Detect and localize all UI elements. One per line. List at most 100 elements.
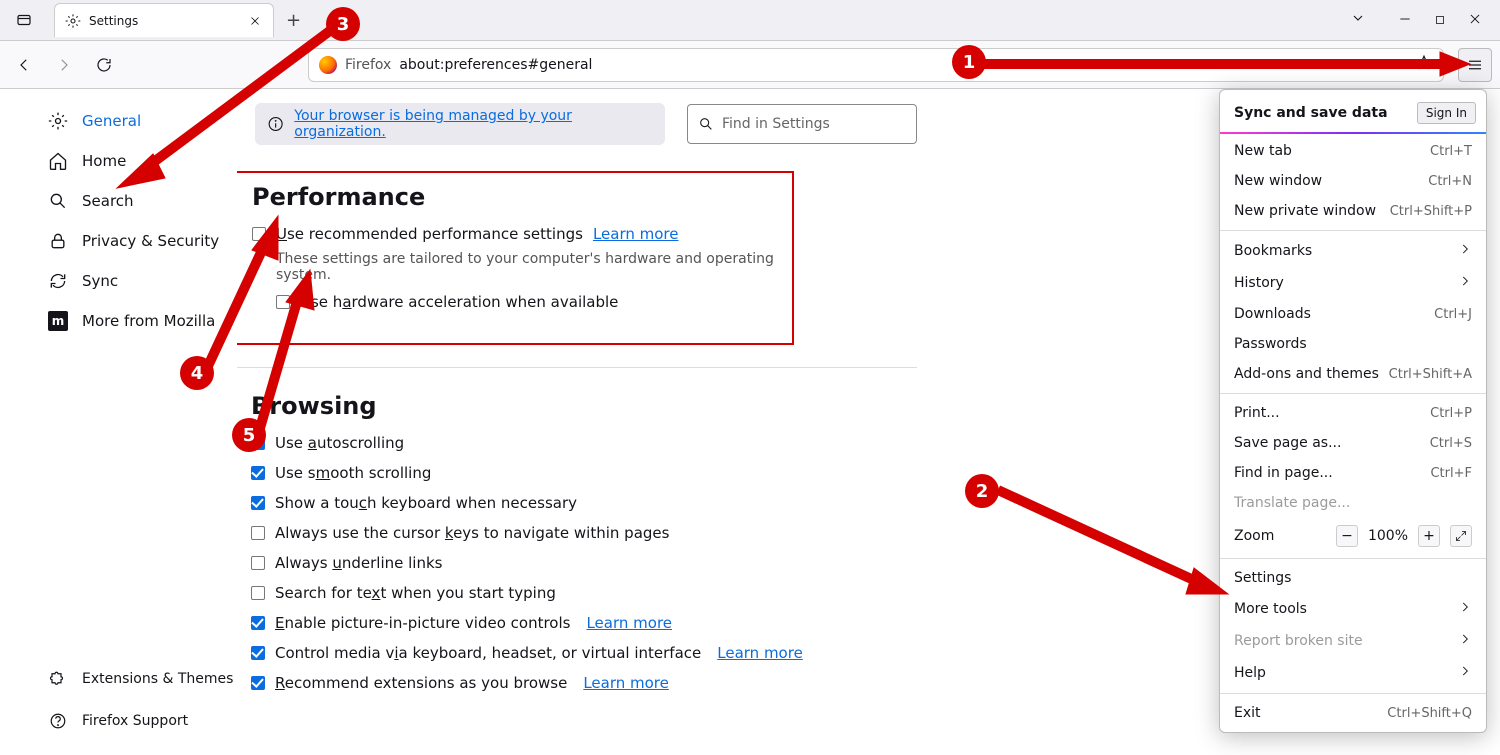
hardware-accel-checkbox[interactable] <box>276 295 290 309</box>
browsing-checkbox[interactable] <box>251 526 265 540</box>
checkbox-label: Use hardware acceleration when available <box>300 293 618 311</box>
url-bar[interactable]: Firefox about:preferences#general <box>308 48 1444 82</box>
performance-section: Performance Use recommended performance … <box>237 171 794 345</box>
menu-item[interactable]: DownloadsCtrl+J <box>1220 299 1486 329</box>
menu-item[interactable]: History <box>1220 267 1486 299</box>
menu-item[interactable]: Bookmarks <box>1220 235 1486 267</box>
tab-bar: Settings + <box>0 0 1500 41</box>
menu-sync-row[interactable]: Sync and save data Sign In <box>1220 94 1486 132</box>
browsing-checkbox[interactable] <box>251 616 265 630</box>
menu-item-shortcut: Ctrl+Shift+A <box>1389 367 1472 382</box>
tab-close-button[interactable] <box>247 13 263 29</box>
menu-item[interactable]: Passwords <box>1220 329 1486 359</box>
sidebar-item-label: General <box>82 112 141 130</box>
window-controls <box>1350 10 1500 30</box>
recent-tabs-button[interactable] <box>8 6 40 34</box>
chevron-right-icon <box>1458 600 1472 618</box>
menu-item-shortcut: Ctrl+N <box>1428 174 1472 189</box>
question-icon <box>48 711 68 731</box>
menu-item-label: Downloads <box>1234 306 1311 322</box>
sidebar-item-home[interactable]: Home <box>48 149 237 173</box>
menu-item-shortcut: Ctrl+Shift+Q <box>1387 706 1472 721</box>
zoom-in-button[interactable]: + <box>1418 525 1440 547</box>
checkbox-label: Enable picture-in-picture video controls <box>275 614 570 632</box>
sidebar-item-label: More from Mozilla <box>82 312 215 330</box>
search-placeholder: Find in Settings <box>722 116 830 132</box>
menu-item[interactable]: Add-ons and themesCtrl+Shift+A <box>1220 359 1486 389</box>
sidebar-item-general[interactable]: General <box>48 109 237 133</box>
browsing-checkbox[interactable] <box>251 496 265 510</box>
menu-item[interactable]: New private window Ctrl+Shift+P <box>1220 196 1486 226</box>
menu-item-label: Help <box>1234 665 1266 681</box>
app-menu-button[interactable] <box>1458 48 1492 82</box>
learn-more-link[interactable]: Learn more <box>586 614 672 632</box>
menu-item[interactable]: Settings <box>1220 563 1486 593</box>
sidebar-item-sync[interactable]: Sync <box>48 269 237 293</box>
browsing-checkbox[interactable] <box>251 556 265 570</box>
new-tab-button[interactable]: + <box>286 10 301 31</box>
browsing-checkbox[interactable] <box>251 676 265 690</box>
menu-item-shortcut: Ctrl+F <box>1430 466 1472 481</box>
learn-more-link[interactable]: Learn more <box>593 225 679 243</box>
managed-org-link[interactable]: Your browser is being managed by your or… <box>294 108 653 140</box>
gear-icon <box>48 111 68 131</box>
browsing-checkbox[interactable] <box>251 646 265 660</box>
sidebar-item-search[interactable]: Search <box>48 189 237 213</box>
learn-more-link[interactable]: Learn more <box>583 674 669 692</box>
menu-item-label: Print... <box>1234 405 1280 421</box>
puzzle-icon <box>48 669 68 689</box>
chevron-right-icon <box>1458 664 1472 682</box>
menu-item: Translate page... <box>1220 488 1486 518</box>
browsing-checkbox[interactable] <box>251 586 265 600</box>
menu-item[interactable]: More tools <box>1220 593 1486 625</box>
menu-item[interactable]: Help <box>1220 657 1486 689</box>
sidebar-item-label: Sync <box>82 272 118 290</box>
url-prefix: Firefox <box>345 57 391 73</box>
zoom-fullscreen-button[interactable] <box>1450 525 1472 547</box>
sidebar-support-link[interactable]: Firefox Support <box>48 709 237 733</box>
lock-icon <box>48 231 68 251</box>
sidebar-item-privacy[interactable]: Privacy & Security <box>48 229 237 253</box>
menu-item[interactable]: Find in page...Ctrl+F <box>1220 458 1486 488</box>
browsing-checkbox[interactable] <box>251 436 265 450</box>
menu-zoom-row: Zoom − 100% + <box>1220 518 1486 554</box>
window-maximize-button[interactable] <box>1434 11 1446 30</box>
browsing-checkbox[interactable] <box>251 466 265 480</box>
recommended-perf-row[interactable]: Use recommended performance settings Lea… <box>252 225 776 243</box>
tab-title: Settings <box>89 14 239 28</box>
search-icon <box>698 116 714 132</box>
menu-item: Report broken site <box>1220 625 1486 657</box>
hardware-accel-row[interactable]: Use hardware acceleration when available <box>276 293 776 311</box>
sign-in-button[interactable]: Sign In <box>1417 102 1476 124</box>
menu-item[interactable]: New tabCtrl+T <box>1220 136 1486 166</box>
menu-item-exit[interactable]: Exit Ctrl+Shift+Q <box>1220 698 1486 728</box>
settings-search-input[interactable]: Find in Settings <box>687 104 917 144</box>
sidebar-item-more-mozilla[interactable]: m More from Mozilla <box>48 309 237 333</box>
url-value: about:preferences#general <box>399 57 592 73</box>
zoom-out-button[interactable]: − <box>1336 525 1358 547</box>
menu-item-label: New private window <box>1234 203 1376 219</box>
search-icon <box>48 191 68 211</box>
recommended-perf-checkbox[interactable] <box>252 227 266 241</box>
menu-sync-label: Sync and save data <box>1234 105 1388 121</box>
menu-item[interactable]: New window Ctrl+N <box>1220 166 1486 196</box>
bookmark-star-button[interactable] <box>1415 54 1433 76</box>
sidebar-item-label: Search <box>82 192 134 210</box>
menu-item-shortcut: Ctrl+Shift+P <box>1390 204 1472 219</box>
menu-item[interactable]: Save page as...Ctrl+S <box>1220 428 1486 458</box>
window-close-button[interactable] <box>1468 11 1482 30</box>
menu-item-shortcut: Ctrl+T <box>1430 144 1472 159</box>
tabs-dropdown-button[interactable] <box>1350 10 1366 30</box>
checkbox-label: Recommend extensions as you browse <box>275 674 567 692</box>
sidebar-extensions-link[interactable]: Extensions & Themes <box>48 667 237 691</box>
reload-button[interactable] <box>88 49 120 81</box>
forward-button[interactable] <box>48 49 80 81</box>
menu-item-label: New window <box>1234 173 1322 189</box>
learn-more-link[interactable]: Learn more <box>717 644 803 662</box>
menu-item[interactable]: Print...Ctrl+P <box>1220 398 1486 428</box>
back-button[interactable] <box>8 49 40 81</box>
home-icon <box>48 151 68 171</box>
window-minimize-button[interactable] <box>1398 11 1412 30</box>
browser-tab[interactable]: Settings <box>54 3 274 37</box>
menu-item-shortcut: Ctrl+S <box>1430 436 1472 451</box>
